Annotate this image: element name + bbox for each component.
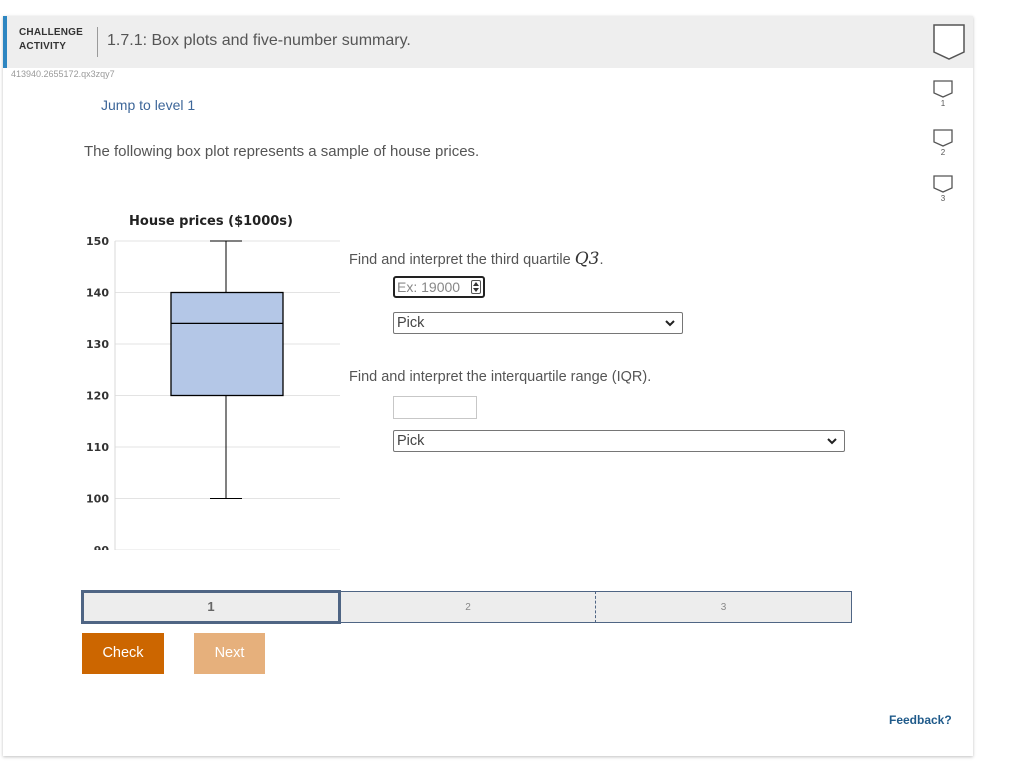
q3-variable: Q3 [574, 249, 600, 269]
question-iqr-text: Find and interpret the interquartile ran… [349, 369, 652, 385]
activity-header: CHALLENGE ACTIVITY 1.7.1: Box plots and … [3, 16, 973, 68]
level-shield-icon [933, 129, 953, 147]
q3-interpretation-select[interactable]: Pick [393, 312, 683, 334]
level-shield-icon [933, 175, 953, 193]
problem-prompt: The following box plot represents a samp… [84, 143, 480, 160]
activity-title: 1.7.1: Box plots and five-number summary… [107, 32, 411, 49]
chevron-down-icon [827, 438, 837, 445]
q3-select-value: Pick [397, 315, 425, 331]
level-3-badge-number: 3 [940, 194, 946, 203]
jump-to-level-link[interactable]: Jump to level 1 [101, 97, 195, 113]
activity-type-line1: CHALLENGE [19, 27, 84, 38]
question-q3-text: Find and interpret the third quartile Q3… [349, 249, 603, 269]
header-divider [97, 27, 98, 57]
y-axis: 150 140 130 120 110 100 90 [86, 235, 116, 550]
y-tick-label: 150 [86, 235, 109, 248]
activity-id: 413940.2655172.qx3zqy7 [11, 69, 115, 79]
level-segment-2[interactable]: 2 [341, 591, 595, 623]
level-1-badge-number: 1 [940, 99, 946, 108]
y-tick-label: 130 [86, 338, 109, 351]
feedback-link[interactable]: Feedback? [889, 713, 952, 727]
iqr-box [170, 291, 284, 397]
completion-badge-icon [933, 24, 965, 60]
level-2-badge-number: 2 [940, 148, 946, 157]
check-button[interactable]: Check [82, 633, 164, 674]
chart-title: House prices ($1000s) [129, 214, 293, 229]
activity-type-label: CHALLENGE ACTIVITY [19, 26, 99, 54]
q3-number-input[interactable]: Ex: 19000 [393, 276, 485, 298]
level-shield-icon [933, 80, 953, 98]
iqr-input[interactable] [393, 396, 477, 419]
y-tick-label: 90 [94, 544, 110, 550]
y-tick-label: 140 [86, 287, 109, 300]
level-segment-1[interactable]: 1 [81, 590, 341, 624]
chevron-down-icon [665, 320, 675, 327]
level-1-badge[interactable]: 1 [933, 80, 955, 110]
number-spinner-icon[interactable] [471, 280, 481, 294]
question-q3-text-before: Find and interpret the third quartile [349, 252, 575, 268]
level-3-badge[interactable]: 3 [933, 175, 955, 205]
level-2-badge[interactable]: 2 [933, 129, 955, 159]
level-progress-bar: 1 2 3 [81, 590, 852, 624]
y-tick-label: 110 [86, 441, 109, 454]
next-button[interactable]: Next [194, 633, 265, 674]
y-tick-label: 120 [86, 390, 109, 403]
level-segment-3[interactable]: 3 [595, 591, 852, 623]
question-q3-text-after: . [599, 252, 604, 268]
iqr-interpretation-select[interactable]: Pick [393, 430, 845, 452]
box-plot [170, 240, 284, 499]
q3-input-placeholder: Ex: 19000 [397, 279, 461, 295]
box-plot-chart: House prices ($1000s) 150 140 130 120 110 100… [86, 214, 340, 550]
y-tick-label: 100 [86, 493, 109, 506]
iqr-select-value: Pick [397, 433, 425, 449]
activity-type-line2: ACTIVITY [19, 41, 67, 52]
